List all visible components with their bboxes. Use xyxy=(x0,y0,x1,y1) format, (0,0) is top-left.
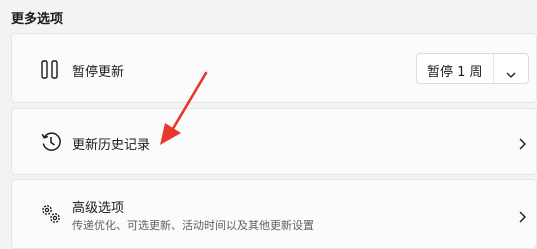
dropdown-divider xyxy=(493,54,494,83)
pause-updates-row: 暂停更新 暂停 1 周 xyxy=(11,33,537,103)
update-history-label: 更新历史记录 xyxy=(72,138,151,153)
pause-icon xyxy=(40,60,60,84)
pause-updates-label: 暂停更新 xyxy=(72,65,125,80)
pause-duration-dropdown[interactable]: 暂停 1 周 xyxy=(416,53,529,84)
advanced-options-row[interactable]: 高级选项 传递优化、可选更新、活动时间以及其他更新设置 xyxy=(11,179,537,249)
section-title: 更多选项 xyxy=(11,12,64,27)
chevron-right-icon xyxy=(518,208,526,227)
chevron-down-icon xyxy=(506,64,516,83)
chevron-right-icon xyxy=(518,135,526,154)
update-history-row[interactable]: 更新历史记录 xyxy=(11,108,537,175)
advanced-options-description: 传递优化、可选更新、活动时间以及其他更新设置 xyxy=(72,219,314,232)
history-clock-icon xyxy=(40,131,62,157)
gears-icon xyxy=(40,203,62,229)
advanced-options-label: 高级选项 xyxy=(72,201,125,216)
pause-duration-value: 暂停 1 周 xyxy=(427,65,483,80)
